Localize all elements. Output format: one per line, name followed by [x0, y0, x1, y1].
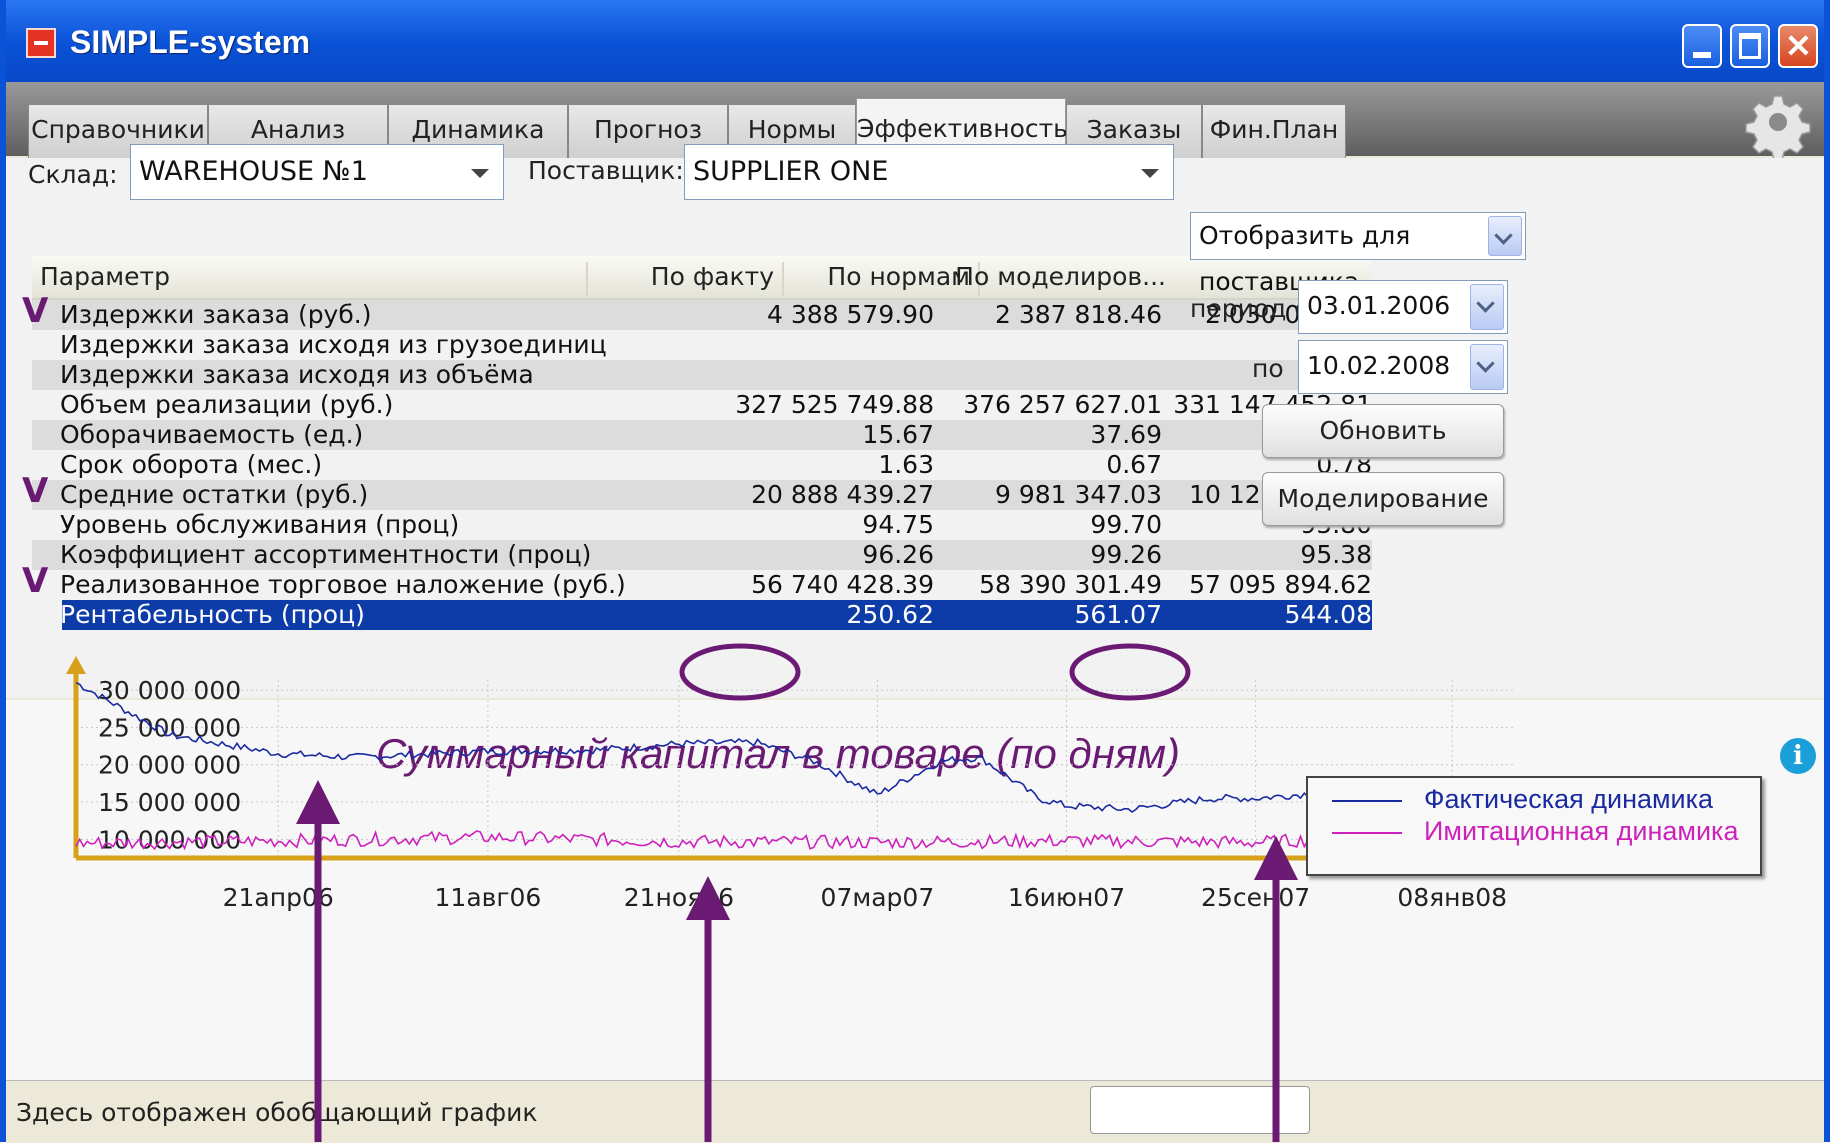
arrow-up-icon — [296, 780, 340, 824]
arrow-up-icon — [1254, 836, 1298, 880]
arrow-up-icon — [686, 876, 730, 920]
annotation-layer — [296, 643, 1298, 1142]
highlight-oval — [679, 643, 801, 701]
highlight-oval — [1069, 643, 1191, 701]
